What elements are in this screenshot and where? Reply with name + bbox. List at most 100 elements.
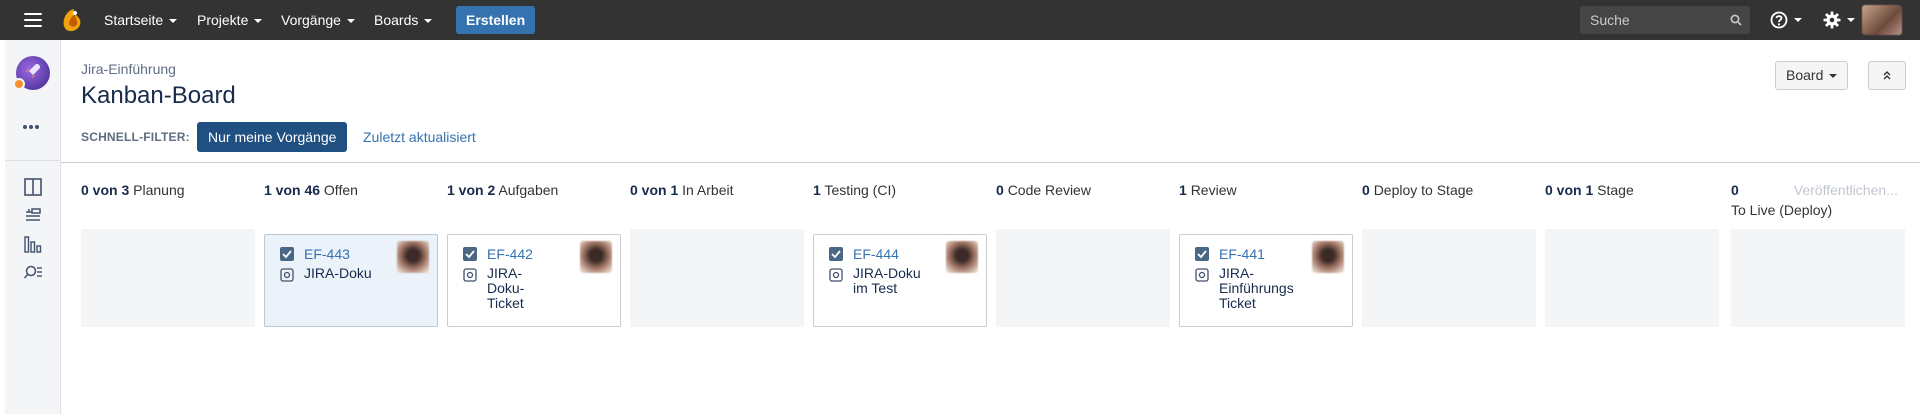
quick-filter-recently-updated[interactable]: Zuletzt aktualisiert: [363, 129, 476, 145]
column-count: 1 von 2: [447, 182, 496, 198]
column-count: 0: [1362, 182, 1370, 198]
column-testing: EF-444 JIRA-Doku im Test: [813, 229, 987, 327]
column-name: Testing (CI): [824, 182, 897, 198]
search-box[interactable]: [1580, 6, 1750, 34]
top-navigation: Startseite Projekte Vorgänge Boards Erst…: [0, 0, 1920, 40]
column-stage: [1545, 229, 1719, 327]
issue-card[interactable]: EF-443 JIRA-Doku: [264, 234, 438, 327]
chevron-down-icon: [346, 19, 355, 24]
help-icon: [1770, 11, 1788, 29]
column-header-offen: 1 von 46 Offen: [264, 180, 358, 200]
settings-menu[interactable]: [1823, 11, 1855, 29]
reports-icon[interactable]: [22, 233, 44, 255]
column-count: 0 von 1: [1545, 182, 1594, 198]
priority-icon: [1195, 268, 1209, 282]
nav-boards[interactable]: Boards: [374, 0, 433, 40]
column-name: Stage: [1597, 182, 1634, 198]
assignee-avatar: [946, 241, 978, 273]
board-icon[interactable]: [22, 176, 44, 198]
issue-card[interactable]: EF-442 JIRA-Doku-Ticket: [447, 234, 621, 327]
collapse-header-button[interactable]: [1868, 61, 1906, 90]
priority-icon: [280, 268, 294, 282]
board-menu-button[interactable]: Board: [1775, 61, 1849, 90]
project-badge: [13, 78, 25, 90]
column-count: 1: [813, 182, 821, 198]
column-aufgaben: EF-442 JIRA-Doku-Ticket: [447, 229, 621, 327]
column-name: Offen: [323, 182, 358, 198]
column-deploy-to-stage: [1362, 229, 1536, 327]
column-offen: EF-443 JIRA-Doku: [264, 229, 438, 327]
priority-icon: [463, 268, 477, 282]
issue-card[interactable]: EF-444 JIRA-Doku im Test: [813, 234, 987, 327]
chevron-down-icon: [1794, 18, 1802, 22]
column-count: 0 von 1: [630, 182, 679, 198]
chevron-down-icon: [1829, 74, 1838, 79]
column-planung: [81, 229, 255, 327]
assignee-avatar: [580, 241, 612, 273]
issue-summary: JIRA-Doku-Ticket: [487, 265, 525, 311]
chevron-down-icon: [424, 19, 433, 24]
issue-card[interactable]: EF-441 JIRA-Einführungs Ticket: [1179, 234, 1353, 327]
search-input[interactable]: [1580, 6, 1720, 34]
priority-icon: [829, 268, 843, 282]
issue-summary: JIRA-Doku: [304, 265, 372, 281]
rocket-icon: [26, 64, 40, 78]
column-to-live: [1731, 229, 1905, 327]
chevron-down-icon: [254, 19, 263, 24]
chevron-down-icon: [1847, 18, 1855, 22]
help-menu[interactable]: [1770, 11, 1802, 29]
quick-filter-my-issues[interactable]: Nur meine Vorgänge: [197, 122, 348, 152]
menu-icon[interactable]: [24, 13, 42, 27]
jira-logo-icon[interactable]: [60, 6, 84, 34]
column-header-code-review: 0 Code Review: [996, 180, 1091, 200]
issue-summary: JIRA-Einführungs Ticket: [1219, 265, 1294, 311]
issues-search-icon[interactable]: [22, 262, 44, 284]
column-header-to-live: 0 Veröffentlichen... To Live (Deploy): [1731, 180, 1898, 220]
nav-startseite[interactable]: Startseite: [104, 0, 178, 40]
page-title: Kanban-Board: [81, 82, 236, 109]
user-avatar[interactable]: [1862, 5, 1902, 35]
issue-key[interactable]: EF-441: [1219, 246, 1265, 262]
gear-icon: [1823, 11, 1841, 29]
column-name: In Arbeit: [682, 182, 734, 198]
issue-key[interactable]: EF-443: [304, 246, 350, 262]
column-header-testing: 1 Testing (CI): [813, 180, 896, 200]
column-header-stage: 0 von 1 Stage: [1545, 180, 1634, 200]
column-name: Planung: [133, 182, 185, 198]
column-name: Aufgaben: [498, 182, 559, 198]
story-checkbox-icon: [280, 247, 294, 261]
issue-key[interactable]: EF-444: [853, 246, 899, 262]
chevron-up-icon: [1883, 71, 1891, 80]
column-count: 0: [996, 182, 1004, 198]
assignee-avatar: [397, 241, 429, 273]
column-count: 0 von 3: [81, 182, 130, 198]
column-subtitle: Veröffentlichen...: [1793, 182, 1898, 198]
column-review: EF-441 JIRA-Einführungs Ticket: [1179, 229, 1353, 327]
column-count: 0: [1731, 182, 1739, 198]
breadcrumb[interactable]: Jira-Einführung: [81, 61, 176, 77]
header-divider: [61, 162, 1920, 163]
create-button[interactable]: Erstellen: [456, 6, 536, 34]
story-checkbox-icon: [1195, 247, 1209, 261]
column-count: 1: [1179, 182, 1187, 198]
backlog-icon[interactable]: [22, 204, 44, 226]
issue-summary: JIRA-Doku im Test: [853, 265, 921, 296]
column-name: To Live (Deploy): [1731, 202, 1833, 218]
column-name: Code Review: [1007, 182, 1091, 198]
column-name: Review: [1190, 182, 1237, 198]
issue-key[interactable]: EF-442: [487, 246, 533, 262]
column-code-review: [996, 229, 1170, 327]
column-count: 1 von 46: [264, 182, 321, 198]
quick-filter-label: SCHNELL-FILTER:: [81, 130, 190, 144]
nav-vorgaenge[interactable]: Vorgänge: [281, 0, 355, 40]
column-header-planung: 0 von 3 Planung: [81, 180, 185, 200]
column-name: Deploy to Stage: [1373, 182, 1474, 198]
chevron-down-icon: [169, 19, 178, 24]
story-checkbox-icon: [829, 247, 843, 261]
column-header-aufgaben: 1 von 2 Aufgaben: [447, 180, 558, 200]
nav-projekte[interactable]: Projekte: [197, 0, 263, 40]
sidebar-divider: [5, 160, 60, 161]
more-icon[interactable]: [23, 116, 43, 129]
search-icon[interactable]: [1730, 14, 1742, 26]
story-checkbox-icon: [463, 247, 477, 261]
